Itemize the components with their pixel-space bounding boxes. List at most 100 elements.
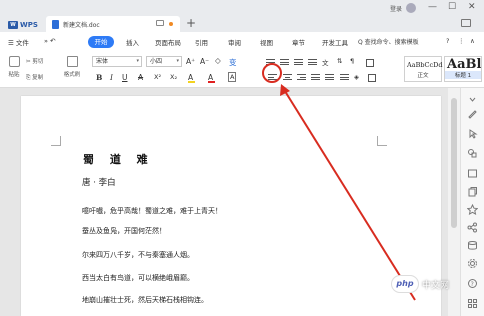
grow-font-button[interactable]: A⁺ (186, 57, 195, 66)
document-tab[interactable]: 新建文档.doc (46, 16, 180, 32)
wps-tab-label: WPS (20, 20, 38, 29)
command-search-input[interactable]: Q 查找命令、搜索模板 (358, 37, 419, 46)
highlight-color-button[interactable]: A (188, 73, 195, 83)
style-heading-1[interactable]: AaBl 标题 1 (444, 56, 482, 82)
close-button[interactable]: ✕ (468, 2, 476, 12)
tab-developer[interactable]: 开发工具 (322, 37, 348, 47)
help-icon[interactable]: ? (446, 37, 449, 45)
scrollbar-thumb[interactable] (451, 98, 457, 228)
poem-line: 噫吁嚱，危乎高哉！蜀道之难，难于上青天！ (82, 207, 222, 215)
subscript-button[interactable]: X₂ (170, 73, 177, 81)
highlight-circle (262, 63, 282, 83)
superscript-button[interactable]: X² (154, 73, 161, 81)
style-heading-sample: AaBl (447, 57, 482, 72)
shrink-font-button[interactable]: A⁻ (200, 57, 209, 66)
unsaved-dot-icon (169, 22, 173, 26)
char-scale-icon[interactable]: 文 (322, 57, 329, 67)
tab-view[interactable]: 视图 (260, 37, 273, 47)
php-logo: php (391, 275, 419, 293)
style-heading-name: 标题 1 (445, 71, 481, 79)
backup-icon[interactable] (467, 240, 478, 251)
login-link[interactable]: 登录 (390, 4, 402, 13)
format-painter-icon (66, 56, 78, 67)
style-body-name: 正文 (417, 73, 429, 79)
chevron-down-icon: ▾ (136, 58, 139, 64)
settings-icon[interactable] (467, 258, 478, 269)
increase-indent-icon[interactable] (308, 59, 317, 67)
pen-icon[interactable] (467, 108, 478, 119)
file-menu[interactable]: ☰ 文件 (8, 37, 29, 47)
poem-title: 蜀 道 难 (83, 153, 154, 166)
character-border-button[interactable]: A (228, 72, 237, 82)
avatar[interactable] (406, 3, 416, 13)
tab-reference[interactable]: 引用 (195, 37, 208, 47)
new-tab-button[interactable]: + (186, 16, 196, 30)
font-size-select[interactable]: 小四 ▾ (146, 56, 182, 67)
italic-button[interactable]: I (110, 73, 113, 82)
copy-pages-icon[interactable] (467, 186, 478, 197)
underline-button[interactable]: U (122, 73, 128, 82)
wps-home-tab[interactable]: W WPS (4, 17, 44, 32)
align-right-icon[interactable] (297, 74, 306, 82)
minimize-button[interactable]: — (428, 2, 437, 12)
paste-button[interactable]: 粘贴 (6, 56, 22, 78)
poem-line: 西当太白有鸟道，可以横绝峨眉巅。 (82, 274, 194, 282)
font-color-bar (208, 81, 215, 83)
cut-button[interactable]: ✂ 剪切 (26, 57, 56, 65)
more-icon[interactable]: ⋮ (458, 37, 465, 45)
grid-icon[interactable] (467, 298, 478, 309)
text-box-icon[interactable] (467, 168, 478, 179)
collapse-sidebar-icon[interactable] (467, 94, 478, 105)
table-borders-icon[interactable] (368, 74, 376, 82)
decrease-indent-icon[interactable] (294, 59, 303, 67)
tab-insert[interactable]: 插入 (126, 37, 139, 47)
numbering-icon[interactable] (280, 59, 289, 67)
font-name-value: 宋体 (96, 58, 109, 65)
shapes-icon[interactable] (467, 148, 478, 159)
sort-icon[interactable]: ⇅ (337, 57, 342, 65)
style-body-sample: AaBbCcDd (407, 61, 443, 69)
strikethrough-button[interactable]: A (138, 73, 143, 82)
justify-icon[interactable] (311, 74, 320, 82)
share-icon[interactable] (467, 222, 478, 233)
shading-icon[interactable]: ◈ (354, 73, 359, 81)
format-painter-label: 格式刷 (63, 72, 81, 78)
document-tab-label: 新建文档.doc (63, 21, 100, 29)
style-body[interactable]: AaBbCcDd 正文 (404, 56, 443, 82)
clipboard-icon (8, 56, 20, 67)
font-name-select[interactable]: 宋体 ▾ (92, 56, 142, 67)
title-bar: W WPS 新建文档.doc + 登录 — ☐ ✕ (0, 0, 484, 32)
svg-text:?: ? (471, 281, 474, 288)
copy-button[interactable]: ⎘ 复制 (26, 73, 56, 82)
screen-icon[interactable] (156, 20, 164, 26)
poem-line: 地崩山摧壮士死，然后天梯石栈相钩连。 (82, 296, 208, 304)
show-marks-icon[interactable]: ¶ (350, 57, 354, 65)
distribute-icon[interactable] (325, 74, 334, 82)
collapse-ribbon-icon[interactable]: ∧ (470, 37, 475, 45)
poem-line: 蚕丛及鱼凫，开国何茫然！ (82, 227, 166, 235)
star-icon[interactable] (466, 203, 479, 215)
tab-page-layout[interactable]: 页面布局 (155, 37, 181, 47)
clear-format-button[interactable]: ◇ (215, 56, 221, 65)
bold-button[interactable]: B (96, 73, 102, 82)
tab-section[interactable]: 章节 (292, 37, 305, 47)
vertical-scrollbar[interactable] (448, 88, 460, 316)
right-sidebar: ? (460, 88, 484, 316)
tab-start[interactable]: 开始 (88, 36, 114, 48)
poem-author: 唐 · 李白 (82, 178, 116, 188)
undo-redo-icon[interactable]: » ↶ (44, 37, 56, 45)
help-sidebar-icon[interactable]: ? (467, 278, 478, 289)
pinyin-button[interactable]: 变 (229, 57, 237, 68)
align-center-icon[interactable] (283, 74, 292, 82)
watermark-text: 中文网 (422, 281, 450, 291)
format-painter-button[interactable]: 格式刷 (60, 56, 84, 78)
panel-toggle-icon[interactable] (461, 19, 471, 27)
tab-review[interactable]: 审阅 (228, 37, 241, 47)
highlight-color-bar (188, 81, 195, 83)
font-color-button[interactable]: A (208, 73, 215, 83)
select-icon[interactable] (467, 128, 478, 139)
font-size-value: 小四 (150, 58, 163, 65)
maximize-button[interactable]: ☐ (448, 2, 456, 12)
borders-icon[interactable] (366, 59, 374, 67)
line-spacing-icon[interactable] (340, 74, 349, 82)
